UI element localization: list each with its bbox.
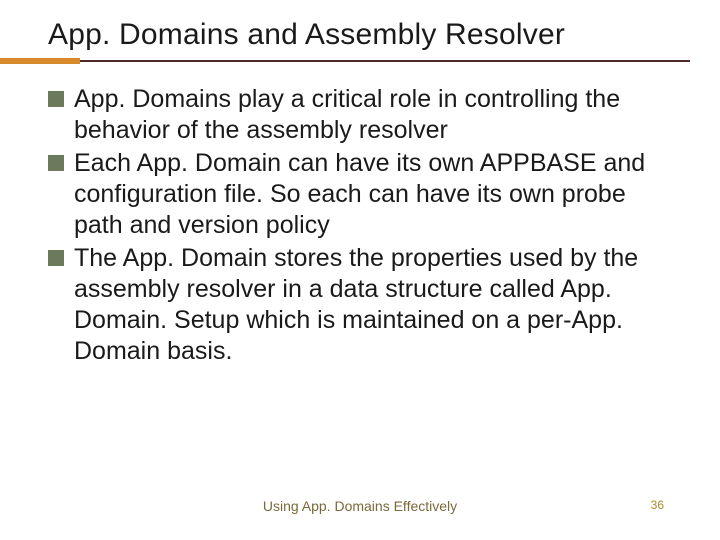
page-number: 36	[651, 498, 664, 512]
footer-text: Using App. Domains Effectively	[0, 498, 720, 514]
title-rule	[48, 60, 680, 66]
slide-title: App. Domains and Assembly Resolver	[48, 18, 680, 60]
slide: App. Domains and Assembly Resolver App. …	[0, 0, 720, 540]
square-bullet-icon	[48, 155, 64, 171]
bullet-item: App. Domains play a critical role in con…	[48, 84, 660, 146]
bullet-item: Each App. Domain can have its own APPBAS…	[48, 148, 660, 241]
bullet-item: The App. Domain stores the properties us…	[48, 243, 660, 367]
bullet-text: The App. Domain stores the properties us…	[74, 243, 660, 367]
bullet-text: App. Domains play a critical role in con…	[74, 84, 660, 146]
bullet-text: Each App. Domain can have its own APPBAS…	[74, 148, 660, 241]
content-area: App. Domains play a critical role in con…	[48, 84, 680, 367]
square-bullet-icon	[48, 250, 64, 266]
square-bullet-icon	[48, 91, 64, 107]
